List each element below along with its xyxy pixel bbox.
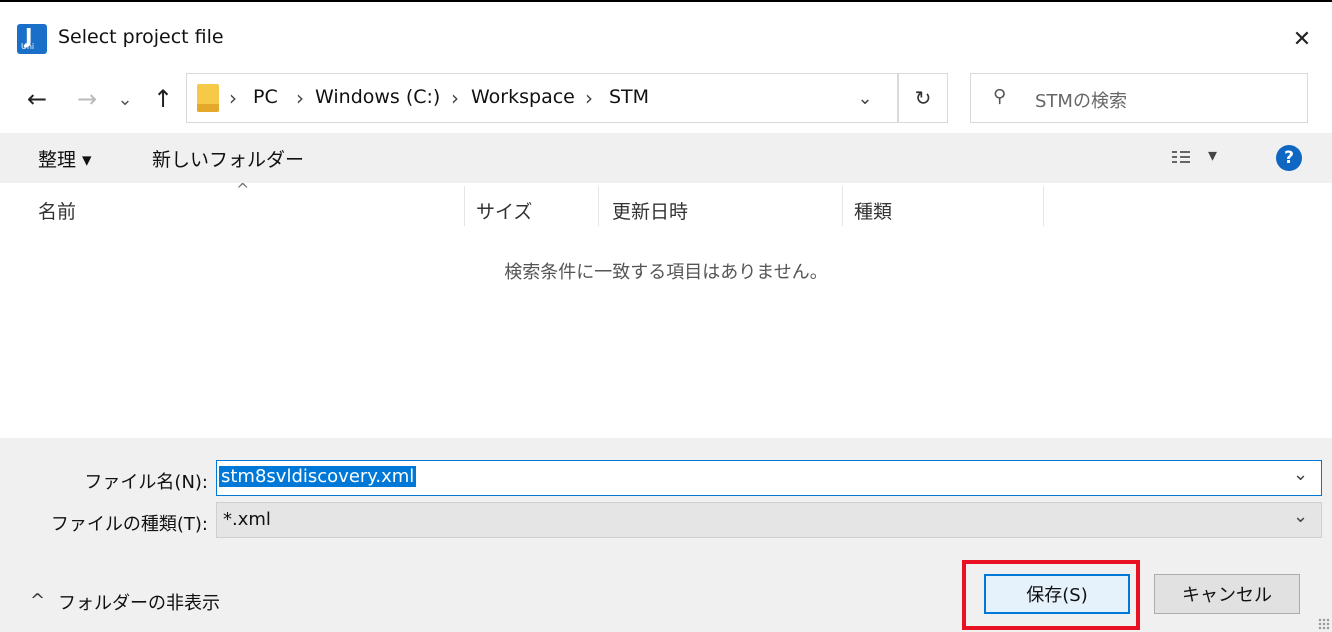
hide-folders-button[interactable]: ^ フォルダーの非表示 (26, 588, 226, 616)
back-button[interactable]: ← (20, 82, 54, 116)
view-options-button[interactable]: ▾ (1168, 145, 1232, 171)
column-header-name: 名前 (38, 201, 77, 223)
cancel-label: キャンセル (1182, 585, 1272, 606)
breadcrumb-windows-c[interactable]: Windows (C:) (315, 86, 440, 108)
resize-grip[interactable] (1318, 618, 1330, 630)
breadcrumb-workspace[interactable]: Workspace (471, 86, 575, 108)
chevron-down-icon: ▾ (1208, 145, 1218, 166)
cancel-button[interactable]: キャンセル (1154, 574, 1300, 614)
refresh-button[interactable]: ↻ (898, 73, 948, 123)
column-header-type: 種類 (854, 201, 893, 223)
chevron-down-icon[interactable]: ⌄ (1293, 464, 1308, 485)
new-folder-button[interactable]: 新しいフォルダー (152, 145, 304, 172)
hide-folders-label: フォルダーの非表示 (58, 593, 220, 614)
breadcrumb-separator: › (296, 86, 304, 110)
empty-message: 検索条件に一致する項目はありません。 (504, 262, 828, 283)
window-title: Select project file (58, 26, 224, 48)
filename-field[interactable]: stm8svldiscovery.xml ⌄ (216, 460, 1322, 496)
save-button[interactable]: 保存(S) (984, 574, 1130, 614)
column-header-date: 更新日時 (612, 201, 689, 223)
search-placeholder: STMの検索 (1035, 91, 1127, 112)
filename-value: stm8svldiscovery.xml (219, 466, 417, 487)
breadcrumb-separator: › (229, 86, 237, 110)
help-icon: ? (1284, 148, 1294, 168)
chevron-down-icon: ⌄ (857, 87, 873, 109)
column-header-name-cell[interactable] (28, 186, 465, 226)
close-icon: ✕ (1292, 26, 1312, 52)
filetype-value: *.xml (223, 509, 271, 530)
forward-button[interactable]: → (70, 82, 104, 116)
forward-arrow-icon: → (76, 85, 98, 113)
view-grid-icon (1172, 151, 1190, 165)
save-label: 保存(S) (1026, 585, 1088, 606)
breadcrumb-separator: › (585, 86, 593, 110)
breadcrumb-pc[interactable]: PC (253, 86, 278, 108)
column-header-size: サイズ (476, 201, 533, 223)
app-icon: J Uni (17, 24, 47, 54)
chevron-down-icon: ⌄ (117, 88, 133, 110)
filename-label: ファイル名(N): (84, 472, 208, 493)
search-box[interactable]: ⚲ STMの検索 (970, 73, 1308, 123)
chevron-down-icon: ⌄ (1293, 506, 1309, 527)
toolbar: 整理 ▾ 新しいフォルダー ▾ ? (0, 133, 1332, 183)
refresh-icon: ↻ (914, 86, 932, 110)
breadcrumb-separator: › (451, 86, 459, 110)
address-dropdown-button[interactable]: ⌄ (847, 80, 883, 116)
up-arrow-icon: ↑ (152, 85, 174, 113)
title-bar: J Uni Select project file ✕ (0, 0, 1332, 72)
address-bar[interactable]: › PC › Windows (C:) › Workspace › STM ⌄ (186, 73, 898, 123)
bottom-panel: ファイル名(N): stm8svldiscovery.xml ⌄ ファイルの種類… (0, 438, 1332, 632)
search-icon: ⚲ (993, 86, 1007, 107)
recent-locations-button[interactable]: ⌄ (112, 84, 138, 114)
app-icon-sub: Uni (21, 42, 35, 51)
folder-icon (197, 84, 219, 112)
filetype-select[interactable]: *.xml ⌄ (216, 502, 1322, 538)
chevron-up-icon: ^ (30, 590, 46, 611)
organize-button[interactable]: 整理 ▾ (38, 145, 92, 172)
back-arrow-icon: ← (26, 85, 48, 113)
close-button[interactable]: ✕ (1282, 20, 1322, 58)
filetype-label: ファイルの種類(T): (50, 514, 208, 535)
up-button[interactable]: ↑ (146, 82, 180, 116)
help-button[interactable]: ? (1276, 145, 1302, 171)
breadcrumb-stm[interactable]: STM (609, 86, 649, 108)
